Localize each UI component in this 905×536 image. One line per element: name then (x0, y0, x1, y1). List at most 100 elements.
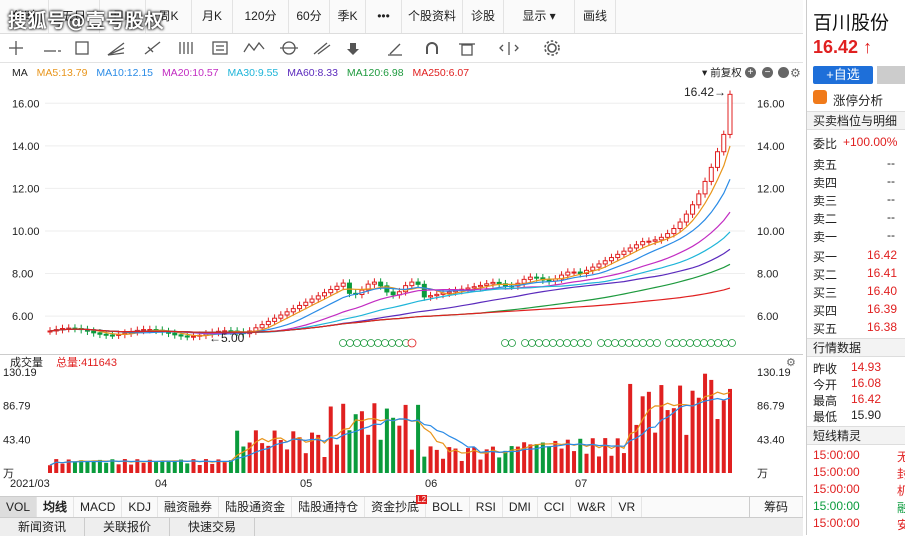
candle-body (602, 260, 608, 265)
limit-up-badge (542, 339, 550, 347)
indicator-tab-7[interactable]: 资金抄底 L2 (365, 495, 428, 517)
candle-body (565, 271, 571, 276)
bottom-tab-1[interactable]: 关联报价 (85, 518, 171, 536)
limit-up-badge (679, 339, 687, 347)
sell-level-value: -- (887, 156, 895, 170)
y-tick-left: 14.00 (12, 141, 40, 153)
volume-bar (297, 437, 302, 473)
candle-body (309, 298, 315, 303)
limit-analysis-link[interactable]: 涨停分析 (833, 90, 883, 109)
volume-bar (334, 444, 339, 473)
more-button[interactable] (877, 66, 905, 84)
elf-text: 机 (897, 484, 905, 498)
elf-time: 15:00:00 (813, 482, 860, 496)
y-tick-right: 14.00 (757, 141, 785, 153)
indicator-tab-13[interactable]: VR (612, 497, 643, 517)
volume-bar (459, 460, 464, 473)
candle-body (371, 281, 377, 285)
volume-bar (653, 432, 658, 473)
order-ratio-label: 委比 (813, 137, 838, 151)
sell-level-value: -- (887, 174, 895, 188)
chip-button[interactable]: 筹码 (748, 497, 803, 517)
volume-settings-icon[interactable]: ⚙ (786, 355, 796, 371)
quote-value: 15.90 (851, 408, 882, 422)
buy-level-value: 16.39 (867, 302, 898, 316)
volume-bar (260, 443, 265, 473)
indicator-tab-6[interactable]: 陆股通持仓 (292, 497, 366, 517)
volume-bar (166, 460, 171, 473)
candle-body (534, 276, 540, 279)
add-watchlist-button[interactable]: +自选 (813, 66, 873, 84)
indicator-tab-12[interactable]: W&R (571, 497, 613, 517)
candle-body (521, 278, 527, 284)
watermark: 搜狐号@壹号股权 (8, 10, 165, 32)
limit-up-badge (367, 339, 375, 347)
volume-bar (609, 455, 614, 473)
ma30-line (49, 231, 731, 333)
indicator-tab-11[interactable]: CCI (538, 497, 572, 517)
volume-bar (235, 430, 240, 473)
candle-body (265, 320, 271, 326)
indicator-tab-5[interactable]: 陆股通资金 (219, 497, 293, 517)
volume-bar (378, 439, 383, 473)
candle-body (496, 281, 502, 285)
kline-chart[interactable]: 16.00 16.00 14.00 14.00 12.00 12.00 10.00 10.00… (0, 0, 803, 496)
candle-body (415, 281, 421, 285)
volume-bar (347, 430, 352, 473)
limit-up-badge (521, 339, 529, 347)
short-elf-title: 短线精灵 (807, 426, 905, 445)
limit-up-badge (693, 339, 701, 347)
candle-body (546, 279, 552, 282)
vol-tick-left: 43.40 (3, 434, 31, 446)
limit-up-badge (618, 339, 626, 347)
volume-header: 成交量 总量:411643 ⚙ (0, 354, 803, 371)
sell-level-label: 卖四 (813, 176, 838, 190)
limit-up-badge (597, 339, 605, 347)
volume-bar (172, 461, 177, 473)
volume-bar (572, 451, 577, 473)
volume-bar (104, 462, 109, 473)
volume-bar (522, 442, 527, 473)
indicator-tab-10[interactable]: DMI (503, 497, 538, 517)
vol-tick-right: 万 (757, 468, 768, 480)
candle-body (471, 286, 477, 289)
volume-bar (154, 461, 159, 473)
ma250-line (49, 287, 731, 333)
y-tick-left: 12.00 (12, 183, 40, 195)
volume-bar (403, 404, 408, 473)
volume-bar (428, 446, 433, 473)
elf-time: 15:00:00 (813, 465, 860, 479)
volume-bar (721, 400, 726, 473)
candle-body (665, 233, 671, 238)
volume-bar (671, 408, 676, 473)
indicator-tab-1[interactable]: 均线 (37, 497, 75, 517)
indicator-tab-8[interactable]: BOLL (426, 497, 470, 517)
vol-tick-right: 43.40 (757, 434, 785, 446)
volume-bar (129, 464, 134, 473)
indicator-tab-4[interactable]: 融资融券 (158, 497, 220, 517)
indicator-tab-2[interactable]: MACD (74, 497, 123, 517)
candle-body (577, 271, 583, 275)
volume-bar (409, 449, 414, 473)
limit-up-badge (611, 339, 619, 347)
vol-ma10-line (49, 397, 731, 466)
indicator-tab-9[interactable]: RSI (470, 497, 503, 517)
indicator-tabs: VOL 均线 MACD KDJ 融资融券 陆股通资金 陆股通持仓 资金抄底 L2 BOLL RSI D… (0, 495, 803, 517)
indicator-tab-0[interactable]: VOL (0, 497, 38, 517)
quote-value: 16.42 (851, 392, 882, 406)
indicator-tab-3[interactable]: KDJ (122, 497, 159, 517)
volume-bar (478, 459, 483, 473)
volume-bar (291, 431, 296, 473)
price-up-arrow-icon: ↑ (863, 37, 873, 57)
candle-body (340, 282, 346, 287)
limit-up-badge (346, 339, 354, 347)
candle-body (640, 241, 646, 246)
candle-body (378, 281, 384, 287)
candle-body (259, 324, 265, 329)
volume-bar (141, 463, 146, 473)
bottom-tab-0[interactable]: 新闻资讯 (0, 518, 86, 536)
ma60-line (49, 248, 731, 333)
ma120-line (49, 263, 731, 333)
buy-level-label: 买一 (813, 250, 838, 264)
bottom-tab-2[interactable]: 快速交易 (170, 518, 256, 536)
